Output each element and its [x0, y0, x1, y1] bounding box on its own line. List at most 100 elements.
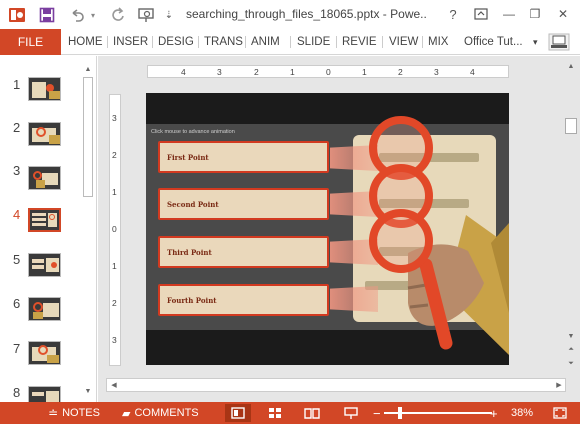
thumbnail-number: 6: [13, 296, 21, 311]
vertical-scrollbar-thumb[interactable]: [565, 118, 577, 134]
ruler-number: 1: [362, 67, 367, 77]
tab-separator: [245, 36, 246, 48]
ruler-number: 3: [112, 113, 117, 123]
scroll-up-icon[interactable]: ▲: [565, 60, 577, 72]
vertical-ruler: 3 2 1 0 1 2 3: [109, 94, 121, 366]
ruler-number: 0: [326, 67, 331, 77]
window-title: searching_through_files_18065.pptx - Pow…: [186, 7, 426, 21]
thumbnail-number: 7: [13, 341, 21, 356]
previous-slide-icon[interactable]: ⏶: [565, 344, 577, 356]
tab-animations[interactable]: ANIM: [251, 29, 285, 55]
save-icon[interactable]: [36, 4, 58, 26]
status-bar: ≐ NOTES ▰ COMMENTS − + 38%: [0, 402, 580, 424]
scroll-up-icon[interactable]: ▲: [82, 63, 94, 75]
zoom-out-button[interactable]: −: [373, 402, 381, 424]
ribbon-tabs: FILE HOME INSER DESIG TRANS ANIM SLIDE R…: [0, 29, 580, 55]
slide-thumbnails-pane: 1 2 3 4 5 6 7 8 ▲ ▼: [0, 56, 97, 402]
restore-button[interactable]: ❐: [524, 3, 546, 25]
ruler-number: 3: [112, 335, 117, 345]
zoom-slider-handle[interactable]: [398, 407, 402, 419]
slide-thumbnail-2[interactable]: [28, 122, 61, 146]
undo-dropdown-icon[interactable]: ▾: [88, 4, 98, 26]
horizontal-ruler: 4 3 2 1 0 1 2 3 4: [147, 65, 509, 78]
notes-label: NOTES: [62, 407, 100, 419]
tab-separator: [382, 36, 383, 48]
customize-qat-icon[interactable]: ⇣: [162, 4, 176, 26]
slide-thumbnail-4-selected[interactable]: [28, 208, 61, 232]
zoom-level[interactable]: 38%: [511, 402, 533, 424]
file-tab[interactable]: FILE: [0, 29, 61, 55]
thumbnails-scrollbar[interactable]: ▲ ▼: [81, 63, 95, 397]
tab-separator: [290, 36, 291, 48]
ruler-number: 1: [112, 187, 117, 197]
present-from-start-icon[interactable]: [136, 4, 158, 26]
account-name[interactable]: Office Tut...: [464, 29, 532, 55]
notes-button[interactable]: ≐ NOTES: [48, 402, 100, 424]
tab-home[interactable]: HOME: [68, 29, 106, 55]
normal-view-icon[interactable]: [225, 404, 251, 422]
undo-icon[interactable]: [66, 4, 88, 26]
tab-insert[interactable]: INSER: [113, 29, 149, 55]
notes-icon: ≐: [48, 406, 59, 420]
slide-thumbnail-7[interactable]: [28, 341, 61, 365]
tab-separator: [336, 36, 337, 48]
thumbnail-number: 8: [13, 385, 21, 400]
thumbnail-number: 5: [13, 252, 21, 267]
slide-thumbnail-1[interactable]: [28, 77, 61, 101]
powerpoint-logo-icon[interactable]: [6, 4, 28, 26]
redo-icon[interactable]: [106, 4, 128, 26]
title-bar: ▾ ⇣ searching_through_files_18065.pptx -…: [0, 0, 580, 29]
help-button[interactable]: ?: [442, 3, 464, 25]
zoom-in-button[interactable]: +: [490, 402, 498, 424]
ruler-number: 1: [290, 67, 295, 77]
slide-show-view-icon[interactable]: [338, 404, 364, 422]
slide-canvas[interactable]: Click mouse to advance animation First P…: [146, 93, 509, 365]
thumbnail-number-active: 4: [13, 207, 21, 222]
tab-separator: [422, 36, 423, 48]
tab-separator: [198, 36, 199, 48]
tab-transitions[interactable]: TRANS: [204, 29, 244, 55]
tab-view[interactable]: VIEW: [389, 29, 419, 55]
tab-slide-show[interactable]: SLIDE: [297, 29, 333, 55]
scrollbar-thumb[interactable]: [83, 77, 93, 197]
slide-sorter-view-icon[interactable]: [262, 404, 288, 422]
ruler-number: 2: [398, 67, 403, 77]
comments-label: COMMENTS: [134, 407, 199, 419]
horizontal-scrollbar[interactable]: ◀ ▶: [106, 378, 566, 392]
tab-review[interactable]: REVIE: [342, 29, 378, 55]
scroll-down-icon[interactable]: ▼: [82, 385, 94, 397]
account-dropdown-icon[interactable]: ▾: [533, 29, 543, 55]
scroll-down-icon[interactable]: ▼: [565, 330, 577, 342]
minimize-button[interactable]: —: [498, 3, 520, 25]
comments-button[interactable]: ▰ COMMENTS: [122, 402, 199, 424]
ruler-number: 2: [112, 298, 117, 308]
slide-thumbnail-6[interactable]: [28, 297, 61, 321]
tab-separator: [107, 36, 108, 48]
fit-slide-icon[interactable]: [552, 402, 568, 424]
slide-thumbnail-8[interactable]: [28, 386, 61, 402]
ruler-number: 4: [470, 67, 475, 77]
tab-mix[interactable]: MIX: [428, 29, 452, 55]
close-button[interactable]: ✕: [552, 3, 574, 25]
scroll-right-icon[interactable]: ▶: [553, 379, 565, 391]
tab-design[interactable]: DESIG: [158, 29, 196, 55]
slide-thumbnail-5[interactable]: [28, 253, 61, 277]
thumbnail-number: 3: [13, 163, 21, 178]
vertical-scrollbar[interactable]: ▲ ▼ ⏶ ⏷: [562, 60, 578, 376]
reading-view-icon[interactable]: [299, 404, 325, 422]
next-slide-icon[interactable]: ⏷: [565, 358, 577, 370]
comment-icon: ▰: [122, 407, 131, 420]
ruler-number: 3: [434, 67, 439, 77]
scroll-left-icon[interactable]: ◀: [108, 379, 120, 391]
ruler-number: 2: [254, 67, 259, 77]
slide-thumbnail-3[interactable]: [28, 166, 61, 190]
ruler-number: 3: [217, 67, 222, 77]
ruler-number: 1: [112, 261, 117, 271]
ribbon-display-options-icon[interactable]: [470, 3, 492, 25]
thumbnail-number: 2: [13, 120, 21, 135]
magnifier-hand-illustration: [369, 116, 509, 355]
thumbnail-number: 1: [13, 77, 21, 92]
account-avatar[interactable]: [548, 29, 572, 55]
ruler-number: 2: [112, 150, 117, 160]
ruler-number: 4: [181, 67, 186, 77]
